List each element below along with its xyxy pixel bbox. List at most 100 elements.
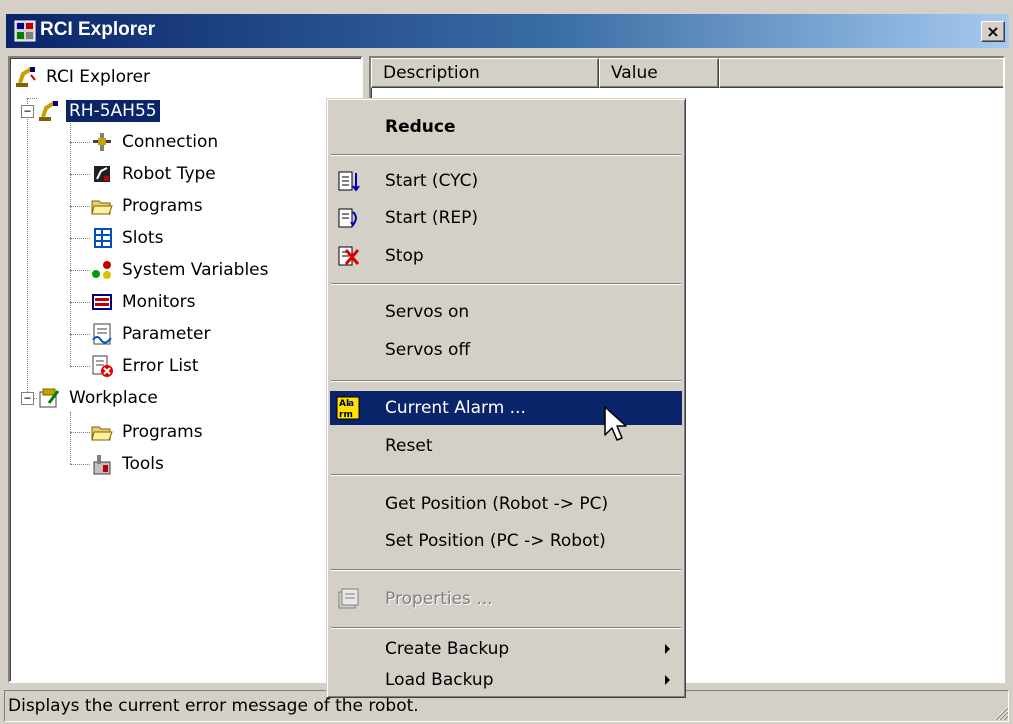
expander-robot[interactable]: − [21, 105, 34, 118]
tree-node-robot[interactable]: RH-5AH55 [37, 98, 161, 124]
menu-separator [331, 627, 681, 629]
tree-connector [70, 334, 90, 335]
menu-item-set-position[interactable]: Set Position (PC -> Robot) [330, 524, 682, 558]
tree-connector [70, 366, 90, 367]
error-list-icon [92, 355, 113, 377]
tree-node-connection[interactable]: Connection [90, 129, 221, 155]
resize-grip-icon[interactable] [991, 703, 1009, 721]
menu-item-label: Current Alarm ... [385, 398, 526, 418]
parameter-icon [92, 323, 112, 345]
menu-item-start-cyc[interactable]: Start (CYC) [330, 164, 682, 198]
menu-separator [331, 380, 681, 382]
tree-connector [70, 302, 90, 303]
close-button[interactable]: × [981, 21, 1005, 42]
column-header-description[interactable]: Description [371, 58, 599, 88]
menu-item-label: Reduce [385, 117, 456, 137]
system-variables-icon [92, 261, 111, 279]
menu-item-label: Create Backup [385, 639, 510, 659]
start-cyc-icon [338, 171, 360, 192]
svg-text:rm: rm [339, 410, 353, 420]
tree-label: Workplace [69, 388, 158, 408]
properties-icon [338, 588, 359, 609]
title-bar[interactable]: RCI Explorer × [6, 14, 1009, 48]
menu-item-label: Set Position (PC -> Robot) [385, 531, 606, 551]
tree-label: Error List [122, 356, 199, 376]
tree-label: System Variables [122, 260, 269, 280]
column-header-value[interactable]: Value [599, 58, 719, 88]
menu-item-label: Servos on [385, 302, 470, 322]
menu-item-servos-on[interactable]: Servos on [330, 295, 682, 329]
tree-connector [27, 98, 28, 398]
menu-item-label: Load Backup [385, 670, 494, 690]
slots-icon [94, 228, 112, 248]
menu-item-reset[interactable]: Reset [330, 429, 682, 463]
folder-open-icon [91, 200, 113, 215]
menu-item-label: Stop [385, 246, 424, 266]
tree-label: RH-5AH55 [65, 99, 161, 123]
tree-label: Robot Type [122, 164, 216, 184]
tools-icon [93, 455, 111, 475]
menu-item-create-backup[interactable]: Create Backup [330, 632, 682, 666]
monitor-icon [92, 294, 112, 310]
tree-node-parameter[interactable]: Parameter [90, 321, 213, 347]
svg-text:a: a [348, 399, 354, 409]
tree-node-tools[interactable]: Tools [90, 451, 167, 477]
menu-item-current-alarm[interactable]: Al a rm Current Alarm ... [330, 391, 682, 425]
tree-node-error-list[interactable]: Error List [90, 353, 202, 379]
folder-open-icon [91, 426, 113, 441]
tree-label: Tools [122, 454, 164, 474]
tree-connector [70, 432, 90, 433]
menu-item-start-rep[interactable]: Start (REP) [330, 201, 682, 235]
expander-workplace[interactable]: − [21, 392, 34, 405]
menu-item-label: Start (CYC) [385, 171, 479, 191]
menu-item-servos-off[interactable]: Servos off [330, 333, 682, 367]
menu-separator [331, 569, 681, 571]
tree-label: Monitors [122, 292, 196, 312]
tree-node-system-variables[interactable]: System Variables [90, 257, 271, 283]
tree-node-monitors[interactable]: Monitors [90, 289, 198, 315]
tree-label: RCI Explorer [46, 67, 151, 87]
tree-node-rci-explorer[interactable]: RCI Explorer [14, 64, 153, 90]
menu-item-label: Properties ... [385, 589, 493, 609]
menu-item-label: Get Position (Robot -> PC) [385, 494, 609, 514]
menu-item-get-position[interactable]: Get Position (Robot -> PC) [330, 487, 682, 521]
start-rep-icon [338, 208, 357, 228]
menu-item-load-backup[interactable]: Load Backup [330, 663, 682, 697]
menu-item-label: Servos off [385, 340, 471, 360]
tree-node-programs[interactable]: Programs [90, 193, 206, 219]
stop-icon [338, 246, 360, 266]
tree-connector [70, 142, 90, 143]
tree-node-robot-type[interactable]: Robot Type [90, 161, 219, 187]
tree-connector [70, 112, 71, 366]
menu-item-label: Start (REP) [385, 208, 479, 228]
tree-view[interactable]: RCI Explorer − RH-5AH55 Connection Robot… [8, 56, 363, 683]
column-header-filler[interactable] [719, 58, 1003, 88]
rci-explorer-window: RCI Explorer × RCI Explorer − RH-5AH55 C… [0, 0, 1013, 724]
menu-item-label: Reset [385, 436, 433, 456]
menu-item-properties: Properties ... [330, 582, 682, 616]
tree-connector [27, 98, 37, 99]
robot-type-icon [94, 166, 110, 182]
robot-arm-icon [39, 101, 58, 121]
menu-item-reduce[interactable]: Reduce [330, 110, 682, 144]
workplace-icon [39, 388, 60, 408]
window-title: RCI Explorer [40, 19, 156, 40]
alarm-icon: Al a rm [336, 396, 360, 420]
tree-label: Slots [122, 228, 164, 248]
menu-separator [331, 154, 681, 156]
submenu-arrow-icon [665, 644, 670, 654]
tree-connector [70, 412, 71, 464]
tree-node-slots[interactable]: Slots [90, 225, 166, 251]
context-menu: Reduce Start (CYC) Start (REP) Stop Serv… [326, 98, 686, 698]
tree-node-workplace[interactable]: Workplace [37, 385, 161, 411]
tree-label: Programs [122, 422, 203, 442]
connection-icon [93, 133, 111, 151]
menu-item-stop[interactable]: Stop [330, 239, 682, 273]
tree-node-workplace-programs[interactable]: Programs [90, 419, 206, 445]
tree-connector [70, 270, 90, 271]
app-icon [14, 20, 36, 42]
submenu-arrow-icon [665, 675, 670, 685]
tree-label: Parameter [122, 324, 211, 344]
tree-connector [70, 174, 90, 175]
tree-connector [70, 206, 90, 207]
